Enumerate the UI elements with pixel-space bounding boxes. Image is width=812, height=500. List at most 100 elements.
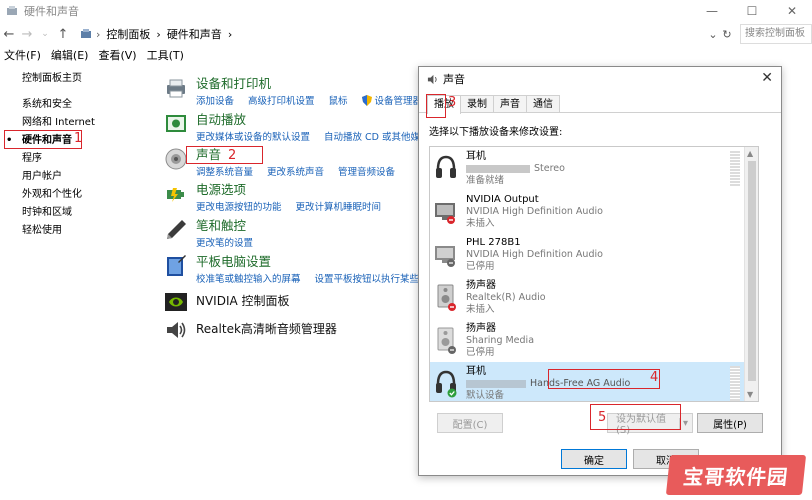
list-item[interactable]: 耳机 Stereo 准备就绪 — [430, 147, 744, 190]
link-sleep-time[interactable]: 更改计算机睡眠时间 — [296, 199, 382, 213]
window-title: 硬件和声音 — [24, 5, 79, 18]
monitor-icon — [435, 203, 455, 224]
ok-button[interactable]: 确定 — [561, 449, 627, 469]
device-name: 扬声器 — [466, 280, 496, 291]
annotation-number-5: 5 — [598, 410, 607, 425]
tab-sounds[interactable]: 声音 — [493, 95, 527, 112]
back-arrow-icon[interactable]: ← — [0, 27, 18, 42]
configure-button[interactable]: 配置(C) — [437, 413, 503, 433]
maximize-button[interactable]: ☐ — [732, 0, 772, 22]
device-driver-label: Stereo — [534, 163, 565, 174]
window-titlebar: 硬件和声音 — ☐ ✕ — [0, 0, 812, 22]
category-title[interactable]: 设备和打印机 — [196, 76, 436, 92]
category-title[interactable]: 平板电脑设置 — [196, 254, 452, 270]
menu-view[interactable]: 查看(V) — [98, 47, 136, 63]
scroll-down-icon[interactable]: ▼ — [747, 390, 753, 399]
device-driver: NVIDIA High Definition Audio — [466, 206, 603, 217]
realtek-speaker-icon — [167, 322, 186, 338]
category-title[interactable]: 笔和触控 — [196, 218, 267, 234]
window-controls: — ☐ ✕ — [692, 0, 812, 22]
sidebar-item-ease-of-access[interactable]: 轻松使用 — [0, 222, 150, 240]
category-autoplay: 自动播放 更改媒体或设备的默认设置 自动播放 CD 或其他媒体 — [164, 112, 444, 143]
link-device-manager-label: 设备管理器 — [374, 96, 423, 107]
speaker-icon — [165, 148, 187, 170]
printer-icon — [167, 79, 185, 98]
category-title[interactable]: Realtek高清晰音频管理器 — [196, 318, 337, 342]
sidebar-item-system-security[interactable]: 系统和安全 — [0, 96, 150, 114]
breadcrumb-control-panel[interactable]: 控制面板 — [106, 26, 150, 42]
menu-file[interactable]: 文件(F) — [4, 47, 41, 63]
link-mouse[interactable]: 鼠标 — [329, 93, 348, 107]
device-name: NVIDIA Output — [466, 194, 539, 205]
sidebar-item-appearance[interactable]: 外观和个性化 — [0, 186, 150, 204]
address-bar: ← → ⌄ ↑ › 控制面板 › 硬件和声音 › ⌄ ↻ 搜索控制面板 — [0, 22, 812, 46]
speaker-icon — [437, 327, 456, 354]
device-list-scrollbar[interactable]: ▲ ▼ — [744, 147, 758, 401]
category-title[interactable]: 电源选项 — [196, 182, 395, 198]
link-autoplay-cd[interactable]: 自动播放 CD 或其他媒体 — [324, 129, 430, 143]
scroll-up-icon[interactable]: ▲ — [747, 149, 753, 158]
device-status: 默认设备 — [466, 390, 505, 401]
address-dropdown-icon[interactable]: ⌄ — [706, 28, 720, 41]
up-arrow-icon[interactable]: ↑ — [54, 27, 72, 42]
redacted-block — [466, 164, 530, 173]
category-tablet: 平板电脑设置 校准笔或触控输入的屏幕 设置平板按钮以执行某些任务 — [164, 254, 452, 285]
sidebar-item-programs[interactable]: 程序 — [0, 150, 150, 168]
headphones-icon — [436, 155, 456, 178]
annotation-box-3 — [426, 94, 446, 118]
link-manage-audio-devices[interactable]: 管理音频设备 — [338, 164, 395, 178]
device-status: 已停用 — [466, 347, 495, 358]
menu-edit[interactable]: 编辑(E) — [51, 47, 89, 63]
category-nvidia: NVIDIA 控制面板 — [164, 290, 290, 314]
dialog-close-button[interactable]: ✕ — [761, 70, 773, 86]
dialog-title: 声音 — [443, 73, 465, 86]
tablet-icon — [167, 255, 186, 276]
annotation-box-4 — [548, 369, 660, 389]
device-driver: Stereo — [466, 163, 565, 175]
watermark-logo: 宝哥软件园 — [665, 455, 807, 495]
forward-arrow-icon[interactable]: → — [18, 27, 36, 42]
link-change-sounds[interactable]: 更改系统声音 — [267, 164, 324, 178]
close-button[interactable]: ✕ — [772, 0, 812, 22]
sidebar-item-clock-region[interactable]: 时钟和区域 — [0, 204, 150, 222]
annotation-box-1 — [4, 130, 82, 149]
category-title[interactable]: NVIDIA 控制面板 — [196, 290, 290, 314]
refresh-icon[interactable]: ↻ — [720, 28, 734, 41]
device-driver: Realtek(R) Audio — [466, 292, 546, 303]
speaker-icon — [437, 284, 456, 311]
link-pen-settings[interactable]: 更改笔的设置 — [196, 235, 253, 249]
properties-button[interactable]: 属性(P) — [697, 413, 763, 433]
shield-icon — [361, 94, 372, 106]
speaker-icon — [427, 74, 437, 84]
category-title[interactable]: 自动播放 — [196, 112, 444, 128]
list-item[interactable]: 扬声器 Realtek(R) Audio 未插入 — [430, 276, 744, 319]
sidebar-item-user-accounts[interactable]: 用户帐户 — [0, 168, 150, 186]
link-add-device[interactable]: 添加设备 — [196, 93, 234, 107]
link-calibrate-screen[interactable]: 校准笔或触控输入的屏幕 — [196, 271, 301, 285]
menu-tools[interactable]: 工具(T) — [147, 47, 184, 63]
search-input[interactable]: 搜索控制面板 — [740, 24, 812, 44]
link-power-button[interactable]: 更改电源按钮的功能 — [196, 199, 282, 213]
annotation-number-1: 1 — [74, 131, 83, 146]
link-change-defaults[interactable]: 更改媒体或设备的默认设置 — [196, 129, 310, 143]
breadcrumb-hardware-sound[interactable]: 硬件和声音 — [167, 26, 222, 42]
link-device-manager[interactable]: 设备管理器 — [361, 93, 423, 107]
sidebar-item-home[interactable]: 控制面板主页 — [0, 70, 150, 88]
address-actions: ⌄ ↻ 搜索控制面板 — [706, 22, 812, 46]
list-item[interactable]: PHL 278B1 NVIDIA High Definition Audio 已… — [430, 233, 744, 276]
link-adjust-volume[interactable]: 调整系统音量 — [196, 164, 253, 178]
tab-communications[interactable]: 通信 — [526, 95, 560, 112]
link-advanced-printer[interactable]: 高级打印机设置 — [248, 93, 315, 107]
list-item[interactable]: 扬声器 Sharing Media 已停用 — [430, 319, 744, 362]
recent-dropdown-icon[interactable]: ⌄ — [36, 29, 54, 39]
scrollbar-thumb[interactable] — [748, 161, 756, 381]
minimize-button[interactable]: — — [692, 0, 732, 22]
device-name: PHL 278B1 — [466, 237, 521, 248]
device-status: 未插入 — [466, 304, 495, 315]
category-devices-printers: 设备和打印机 添加设备 高级打印机设置 鼠标 设备管理器 — [164, 76, 436, 107]
list-item[interactable]: NVIDIA Output NVIDIA High Definition Aud… — [430, 190, 744, 233]
tab-recording[interactable]: 录制 — [460, 95, 494, 112]
monitor-icon — [435, 246, 455, 267]
category-realtek: Realtek高清晰音频管理器 — [164, 318, 337, 342]
device-list: 耳机 Stereo 准备就绪 NVIDIA Output NVIDIA High… — [429, 146, 759, 402]
